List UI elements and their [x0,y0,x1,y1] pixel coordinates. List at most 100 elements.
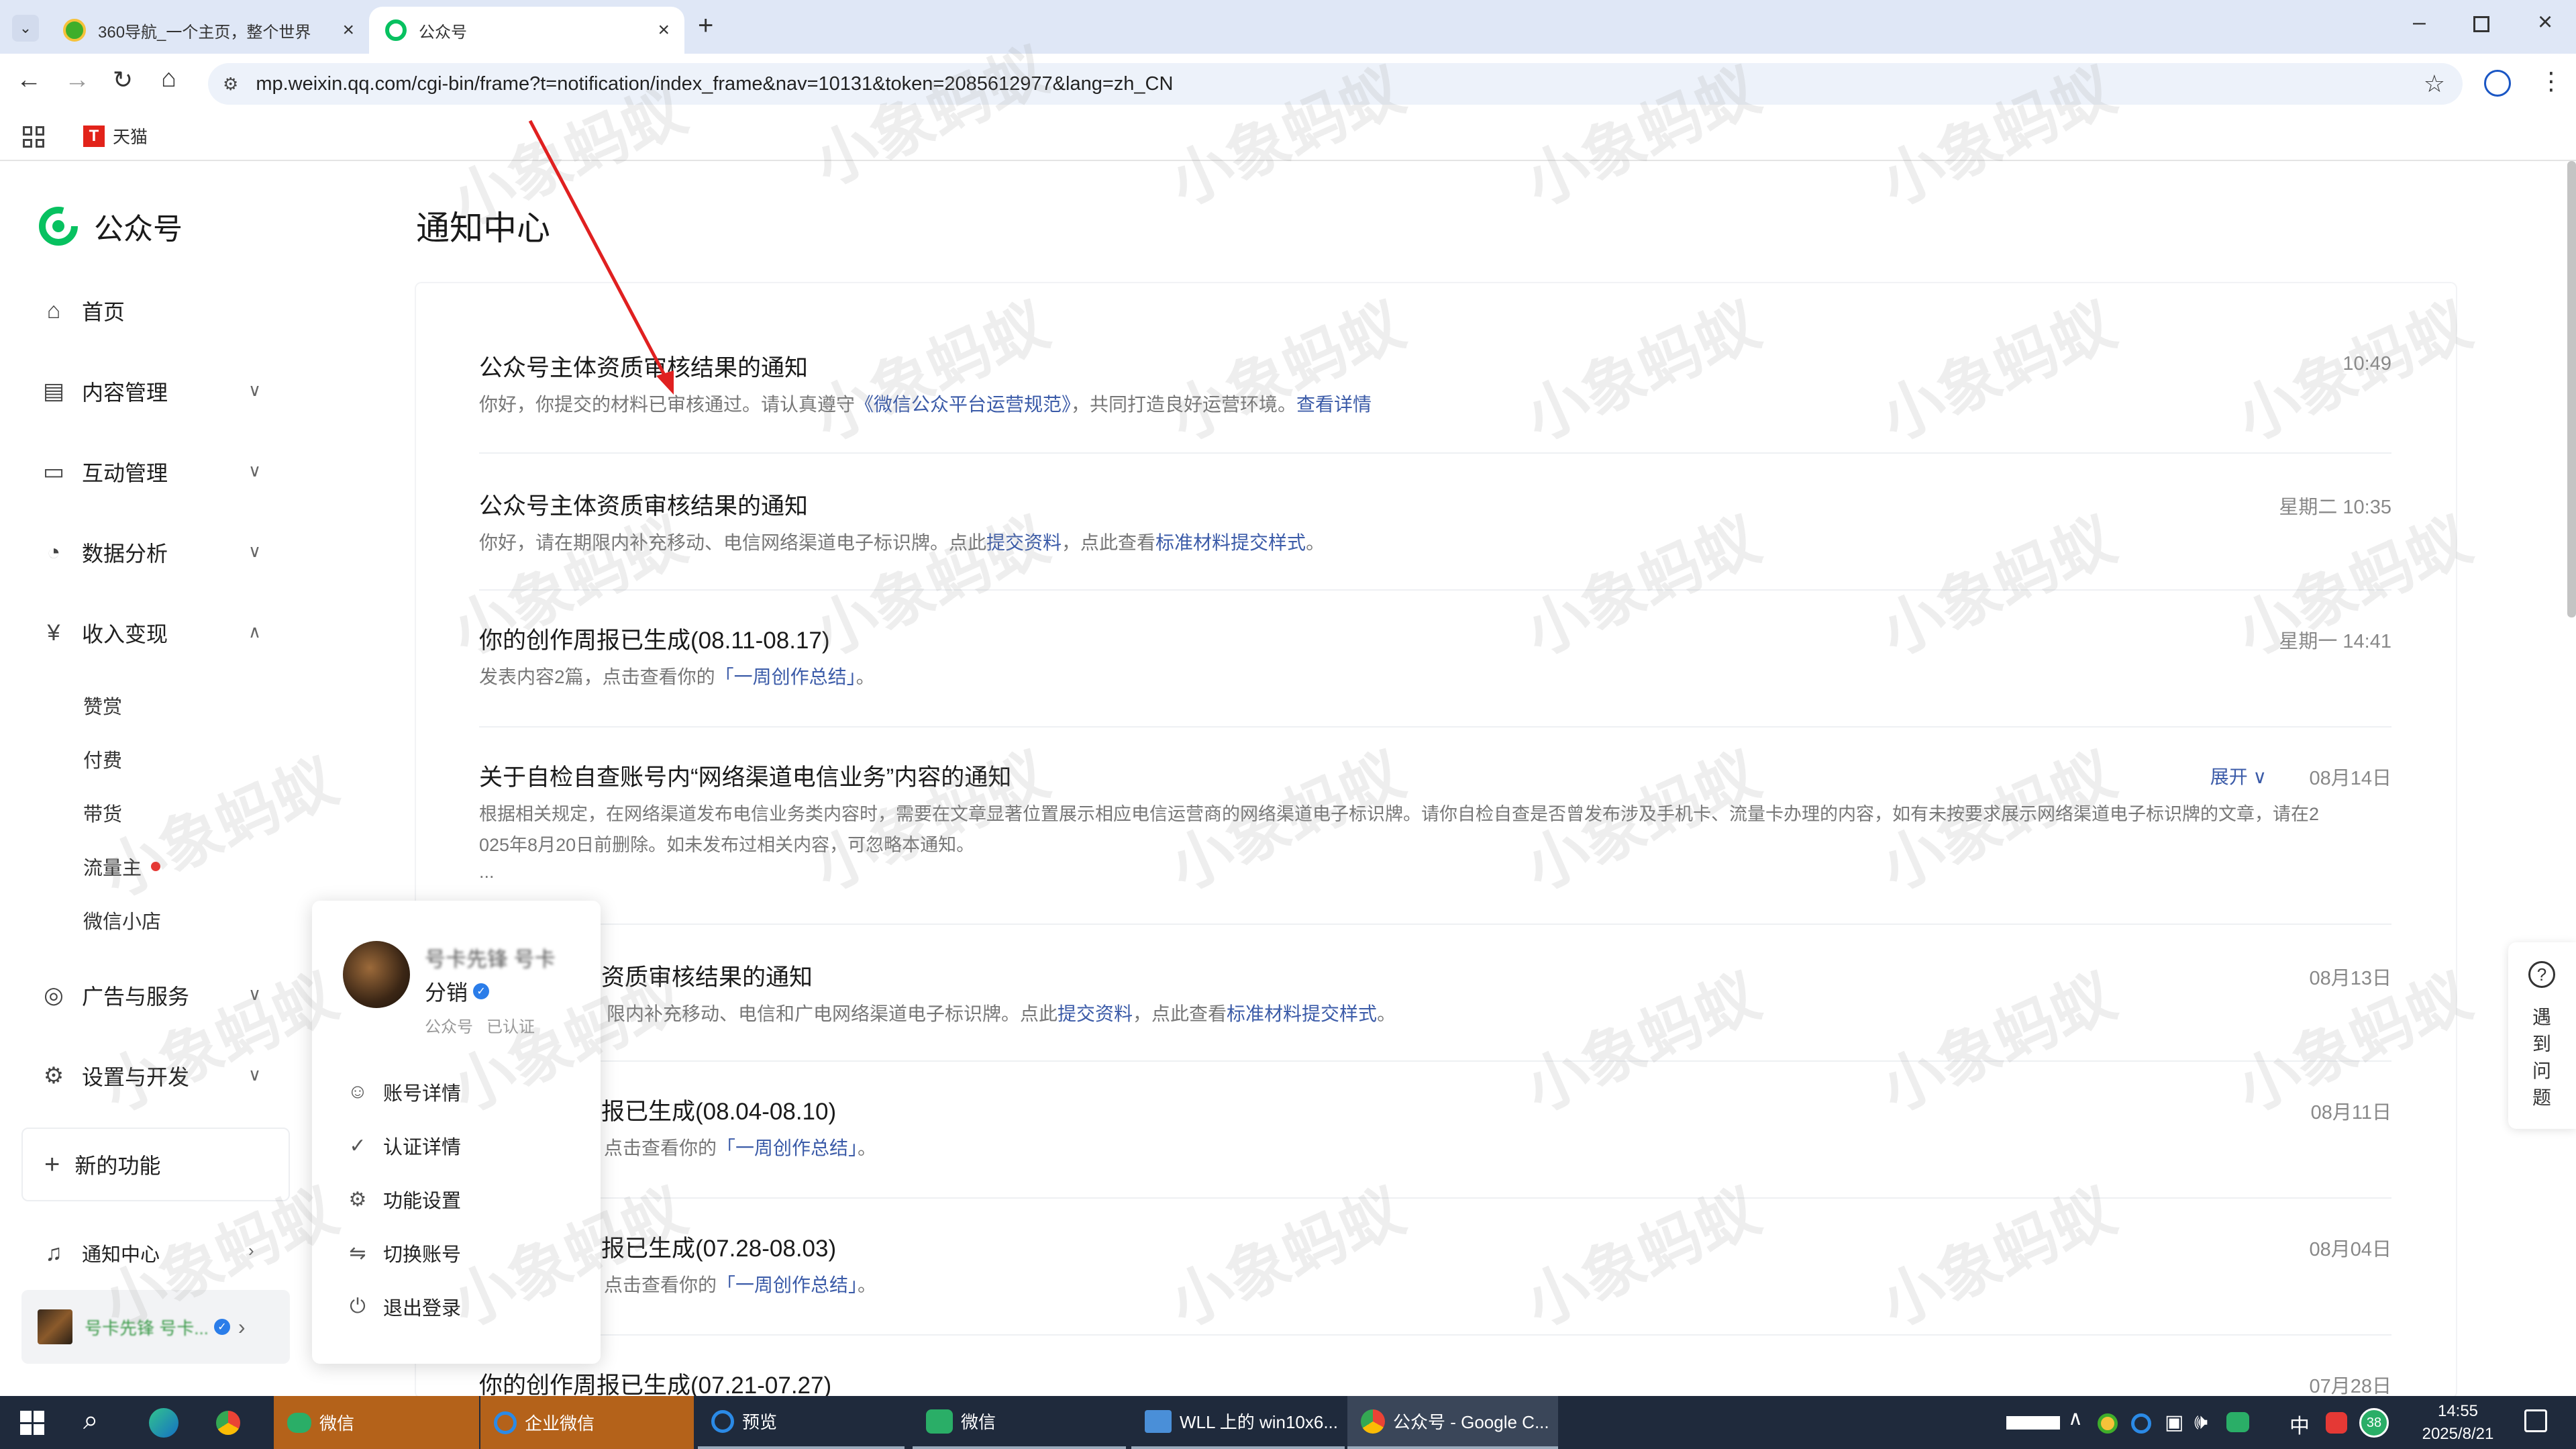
tray-cloud-icon[interactable] [2131,1413,2151,1434]
function-settings-item[interactable]: ⚙ 功能设置 [344,1185,461,1213]
close-icon[interactable]: × [342,19,354,42]
notice-title[interactable]: 公众号主体资质审核结果的通知 [479,487,808,521]
tray-wechat-icon[interactable] [2226,1412,2249,1432]
ime-indicator[interactable]: 中 [2289,1409,2310,1439]
chrome-icon[interactable] [213,1408,243,1438]
sidebar-item-monetization[interactable]: ¥ 收入变现 [40,617,168,648]
profile-icon[interactable] [2484,70,2511,97]
taskbar-app-preview[interactable]: 预览 [698,1396,905,1449]
notification-item[interactable]: 资质审核结果的通知 08月13日 限内补充移动、电信和广电网络渠道电子标识牌。点… [479,925,2391,1062]
volume-icon[interactable]: 🕪 [2194,1409,2208,1435]
weekly-summary-link[interactable]: 「一周创作总结」 [715,666,856,687]
sidebar-subitem-commerce[interactable]: 带货 [83,799,122,827]
sidebar-item-notification[interactable]: ♫ 通知中心 [40,1239,160,1267]
apps-grid-icon[interactable] [23,126,44,148]
tab-gongzhonghao[interactable]: 公众号 × [369,7,684,54]
sidebar-item-settings[interactable]: ⚙ 设置与开发 [40,1060,189,1091]
chevron-up-icon[interactable]: ∧ [248,621,261,642]
chevron-down-icon[interactable]: ∨ [248,984,261,1005]
sidebar-item-content[interactable]: ▤ 内容管理 [40,376,168,407]
notification-item[interactable]: 你的创作周报已生成(07.21-07.27) 07月28日 [479,1336,2391,1396]
taskbar-app-wechat[interactable]: 微信 [274,1396,479,1449]
url-text[interactable]: mp.weixin.qq.com/cgi-bin/frame?t=notific… [256,73,1173,95]
notification-item[interactable]: 公众号主体资质审核结果的通知 10:49 你好，你提交的材料已审核通过。请认真遵… [479,340,2391,454]
notice-title[interactable]: 报已生成(08.04-08.10) [601,1093,836,1127]
taskbar-app-chrome[interactable]: 公众号 - Google C... [1347,1396,1558,1449]
chevron-down-icon[interactable]: ∨ [248,1064,261,1085]
tray-input-indicator[interactable] [2006,1416,2060,1430]
view-details-link[interactable]: 查看详情 [1296,394,1372,415]
notification-item[interactable]: 报已生成(08.04-08.10) 08月11日 点击查看你的「一周创作总结」。 [479,1062,2391,1199]
reload-icon[interactable]: ↻ [113,66,133,94]
windows-start-icon[interactable] [20,1411,44,1435]
help-widget[interactable]: ? 遇 到 问 题 [2508,942,2576,1129]
bookmark-tmall[interactable]: T 天猫 [83,123,148,148]
tray-badge-icon[interactable]: 38 [2359,1408,2389,1438]
address-bar[interactable]: ⚙ mp.weixin.qq.com/cgi-bin/frame?t=notif… [208,63,2463,105]
chevron-down-icon[interactable]: ∨ [248,460,261,481]
brand-logo[interactable]: 公众号 [36,204,183,248]
search-icon[interactable]: ⌕ [83,1405,98,1436]
notice-title[interactable]: 关于自检自查账号内“网络渠道电信业务”内容的通知 [479,758,1011,793]
window-close-icon[interactable]: × [2538,8,2553,37]
notification-tray-icon[interactable] [2524,1409,2547,1432]
taskbar-app-wecom[interactable]: 企业微信 [480,1396,694,1449]
tray-chevron-up-icon[interactable]: ∧ [2068,1407,2083,1430]
back-icon[interactable]: ← [16,66,42,95]
page-scrollbar[interactable] [2567,161,2576,617]
restore-icon[interactable] [2473,16,2489,32]
notification-item[interactable]: 公众号主体资质审核结果的通知 星期二 10:35 你好，请在期限内补充移动、电信… [479,454,2391,591]
notice-title[interactable]: 你的创作周报已生成(08.11-08.17) [479,621,830,656]
sidebar-item-ads[interactable]: ◎ 广告与服务 [40,980,189,1011]
taskbar-app-wechat-2[interactable]: 微信 [913,1396,1126,1449]
account-switcher[interactable]: 号卡先锋 号卡... ✓ › [21,1290,290,1364]
tray-sogou-icon[interactable] [2326,1412,2347,1434]
logout-item[interactable]: ⏻ 退出登录 [344,1293,461,1321]
tab-search-button[interactable]: ⌄ [12,15,39,42]
sidebar-subitem-appreciate[interactable]: 赞赏 [83,691,122,719]
notice-title[interactable]: 公众号主体资质审核结果的通知 [479,349,808,383]
edge-icon[interactable] [149,1408,178,1438]
more-menu-icon[interactable]: ⋮ [2539,67,2563,95]
notice-title[interactable]: 资质审核结果的通知 [601,958,813,993]
sidebar-item-home[interactable]: ⌂ 首页 [40,295,125,326]
forward-icon[interactable]: → [64,66,90,95]
tray-360-icon[interactable] [2098,1413,2118,1434]
standard-format-link[interactable]: 标准材料提交样式 [1227,1003,1377,1024]
sidebar-item-analytics[interactable]: ◔ 数据分析 [40,537,168,568]
submit-materials-link[interactable]: 提交资料 [986,532,1062,553]
new-tab-button[interactable]: + [698,11,713,41]
notification-item[interactable]: 关于自检自查账号内“网络渠道电信业务”内容的通知 展开 ∨ 08月14日 根据相… [479,728,2391,925]
sidebar-item-interaction[interactable]: ▭ 互动管理 [40,456,168,487]
switch-account-item[interactable]: ⇋ 切换账号 [344,1239,461,1267]
wecom-icon [494,1411,517,1434]
new-feature-button[interactable]: + 新的功能 [21,1128,290,1201]
account-details-item[interactable]: ☺ 账号详情 [344,1078,461,1106]
sidebar-subitem-traffic-owner[interactable]: 流量主 [83,852,161,881]
site-info-icon[interactable]: ⚙ [223,74,238,95]
verification-details-item[interactable]: ✓ 认证详情 [344,1132,461,1160]
weekly-summary-link[interactable]: 「一周创作总结」 [717,1275,858,1295]
chevron-down-icon[interactable]: ∨ [248,541,261,562]
chevron-right-icon[interactable]: › [248,1240,254,1261]
tab-360[interactable]: 360导航_一个主页，整个世界 × [47,7,369,54]
clock[interactable]: 14:55 2025/8/21 [2408,1400,2508,1446]
standard-format-link[interactable]: 标准材料提交样式 [1155,532,1306,553]
minimize-icon[interactable]: – [2413,9,2426,36]
chevron-down-icon[interactable]: ∨ [248,380,261,401]
weekly-summary-link[interactable]: 「一周创作总结」 [717,1138,858,1158]
notification-item[interactable]: 你的创作周报已生成(08.11-08.17) 星期一 14:41 发表内容2篇，… [479,591,2391,728]
notice-title[interactable]: 报已生成(07.28-08.03) [601,1230,836,1264]
home-icon[interactable]: ⌂ [161,64,176,93]
sidebar-subitem-paid[interactable]: 付费 [83,745,122,773]
taskbar-app-remote[interactable]: WLL 上的 win10x6... [1131,1396,1345,1449]
bookmark-star-icon[interactable]: ☆ [2424,70,2445,98]
rules-link[interactable]: 《微信公众平台运营规范》 [855,394,1071,415]
network-icon[interactable]: ▣ [2165,1411,2183,1434]
close-icon[interactable]: × [658,19,670,42]
notification-item[interactable]: 报已生成(07.28-08.03) 08月04日 点击查看你的「一周创作总结」。 [479,1199,2391,1336]
submit-materials-link[interactable]: 提交资料 [1058,1003,1133,1024]
expand-button[interactable]: 展开 ∨ [2210,762,2267,789]
notice-title[interactable]: 你的创作周报已生成(07.21-07.27) [479,1366,831,1396]
sidebar-subitem-shop[interactable]: 微信小店 [83,906,161,934]
